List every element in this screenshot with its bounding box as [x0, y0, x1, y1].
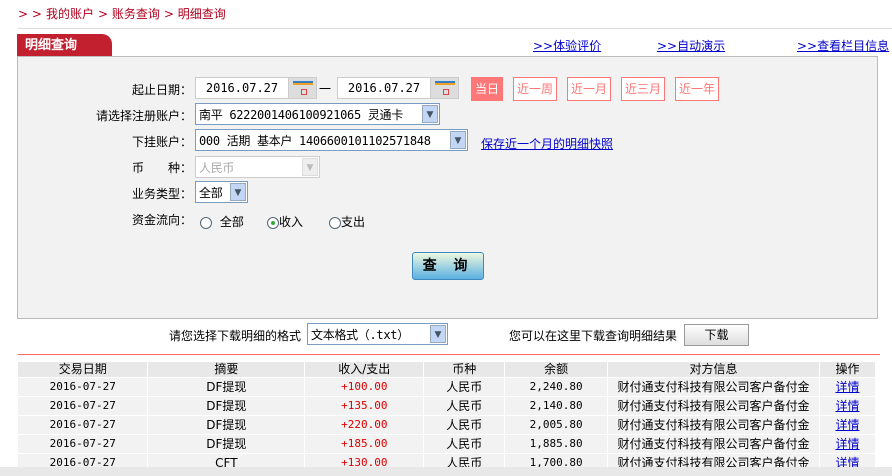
table-row: 2016-07-27 DF提现 +135.00 人民币 2,140.80 财付通支付科技有… — [18, 395, 877, 415]
end-date-input[interactable]: 2016.07.27 — [337, 77, 459, 99]
action-cell[interactable]: 详情 — [819, 376, 877, 396]
divider — [18, 28, 892, 29]
date-cell: 2016-07-27 — [18, 414, 149, 434]
radio-icon[interactable] — [200, 216, 212, 229]
chevron-down-icon: ▼ — [430, 325, 446, 343]
save-snapshot-link[interactable]: 保存近一个月的明细快照 — [481, 135, 613, 152]
currency-cell: 人民币 — [423, 433, 506, 453]
query-button[interactable]: 查 询 — [412, 252, 484, 280]
breadcrumb-detail-query[interactable]: > 明细查询 — [164, 7, 226, 21]
date-cell: 2016-07-27 — [18, 395, 149, 415]
counterparty-cell: 财付通支付科技有限公司客户备付金 — [607, 433, 820, 453]
col-amount: 收入/支出 — [304, 362, 425, 377]
action-cell[interactable]: 详情 — [819, 433, 877, 453]
range-3months-button[interactable]: 近三月 — [621, 77, 665, 101]
amount-cell: +220.00 — [304, 414, 425, 434]
balance-cell: 1,885.80 — [504, 433, 609, 453]
counterparty-cell: 财付通支付科技有限公司客户备付金 — [607, 414, 820, 434]
type-label: 业务类型： — [131, 187, 192, 201]
counterparty-cell: 财付通支付科技有限公司客户备付金 — [607, 395, 820, 415]
breadcrumb-account-query[interactable]: > 账务查询 — [98, 7, 160, 21]
link-auto-demo[interactable]: >>自动演示 — [657, 37, 725, 54]
tab-detail-query[interactable]: 明细查询 — [17, 34, 112, 57]
currency-select: 人民币 ▼ — [195, 156, 320, 178]
download-hint: 您可以在这里下载查询明细结果 — [509, 329, 678, 343]
flow-income-radio[interactable]: 收入 — [267, 213, 303, 230]
radio-checked-icon[interactable] — [267, 216, 279, 229]
chevron-down-icon: ▼ — [450, 131, 466, 149]
breadcrumb: > > 我的账户 > 账务查询 > 明细查询 — [18, 5, 230, 22]
counterparty-cell: 财付通支付科技有限公司客户备付金 — [607, 376, 820, 396]
details-link[interactable]: 详情 — [835, 399, 859, 413]
account-label: 请选择注册账户： — [95, 109, 192, 123]
bottom-bar — [0, 467, 892, 476]
calendar-icon[interactable] — [430, 78, 458, 98]
start-date-input[interactable]: 2016.07.27 — [195, 77, 317, 99]
details-link[interactable]: 详情 — [835, 437, 859, 451]
summary-cell: DF提现 — [147, 414, 306, 434]
chevron-down-icon: ▼ — [422, 105, 438, 123]
date-label: 起止日期： — [131, 83, 192, 97]
chevron-down-icon: ▼ — [230, 183, 246, 201]
currency-cell: 人民币 — [423, 376, 506, 396]
balance-cell: 2,140.80 — [504, 395, 609, 415]
sub-account-select[interactable]: 000 活期 基本户 1406600101102571848 ▼ — [195, 129, 468, 151]
col-date: 交易日期 — [18, 362, 149, 377]
type-select[interactable]: 全部 ▼ — [195, 181, 248, 203]
col-summary: 摘要 — [147, 362, 306, 377]
balance-cell: 2,240.80 — [504, 376, 609, 396]
summary-cell: DF提现 — [147, 433, 306, 453]
amount-cell: +185.00 — [304, 433, 425, 453]
flow-all-radio[interactable]: 全部 — [200, 213, 244, 230]
action-cell[interactable]: 详情 — [819, 414, 877, 434]
date-separator: 一 — [319, 82, 332, 96]
download-button[interactable]: 下载 — [684, 324, 749, 346]
col-balance: 余额 — [504, 362, 609, 377]
sub-account-label: 下挂账户： — [131, 135, 192, 149]
breadcrumb-my-account[interactable]: 我的账户 — [46, 7, 94, 21]
table-row: 2016-07-27 DF提现 +100.00 人民币 2,240.80 财付通支付科技有… — [18, 376, 877, 396]
breadcrumb-sep: > > — [18, 7, 42, 21]
col-action: 操作 — [819, 362, 877, 377]
balance-cell: 2,005.80 — [504, 414, 609, 434]
range-week-button[interactable]: 近一周 — [513, 77, 557, 101]
table-row: 2016-07-27 DF提现 +220.00 人民币 2,005.80 财付通支付科技有… — [18, 414, 877, 434]
action-cell[interactable]: 详情 — [819, 395, 877, 415]
table-row: 2016-07-27 DF提现 +185.00 人民币 1,885.80 财付通支付科技有… — [18, 433, 877, 453]
flow-expense-radio[interactable]: 支出 — [329, 213, 365, 230]
summary-cell: DF提现 — [147, 376, 306, 396]
range-today-button[interactable]: 当日 — [471, 77, 503, 101]
currency-label: 币 种： — [131, 161, 192, 175]
currency-cell: 人民币 — [423, 414, 506, 434]
transactions-table: 交易日期 摘要 收入/支出 币种 余额 对方信息 操作 2016-07-27 DF… — [18, 362, 877, 472]
details-link[interactable]: 详情 — [835, 380, 859, 394]
account-select[interactable]: 南平 6222001406100921065 灵通卡 ▼ — [195, 103, 440, 125]
flow-label: 资金流向： — [131, 213, 192, 227]
range-month-button[interactable]: 近一月 — [567, 77, 611, 101]
calendar-icon[interactable] — [288, 78, 316, 98]
link-feedback[interactable]: >>体验评价 — [533, 37, 601, 54]
format-label: 请您选择下载明细的格式 — [169, 329, 302, 343]
date-cell: 2016-07-27 — [18, 433, 149, 453]
col-currency: 币种 — [423, 362, 506, 377]
details-link[interactable]: 详情 — [835, 418, 859, 432]
chevron-down-icon: ▼ — [302, 158, 318, 176]
format-select[interactable]: 文本格式（.txt） ▼ — [307, 323, 448, 345]
col-counterparty: 对方信息 — [607, 362, 820, 377]
link-column-info[interactable]: >>查看栏目信息 — [797, 37, 889, 54]
range-year-button[interactable]: 近一年 — [675, 77, 719, 101]
amount-cell: +100.00 — [304, 376, 425, 396]
table-header: 交易日期 摘要 收入/支出 币种 余额 对方信息 操作 — [18, 362, 877, 377]
radio-icon[interactable] — [329, 216, 341, 229]
amount-cell: +135.00 — [304, 395, 425, 415]
currency-cell: 人民币 — [423, 395, 506, 415]
summary-cell: DF提现 — [147, 395, 306, 415]
divider — [18, 354, 880, 355]
date-cell: 2016-07-27 — [18, 376, 149, 396]
